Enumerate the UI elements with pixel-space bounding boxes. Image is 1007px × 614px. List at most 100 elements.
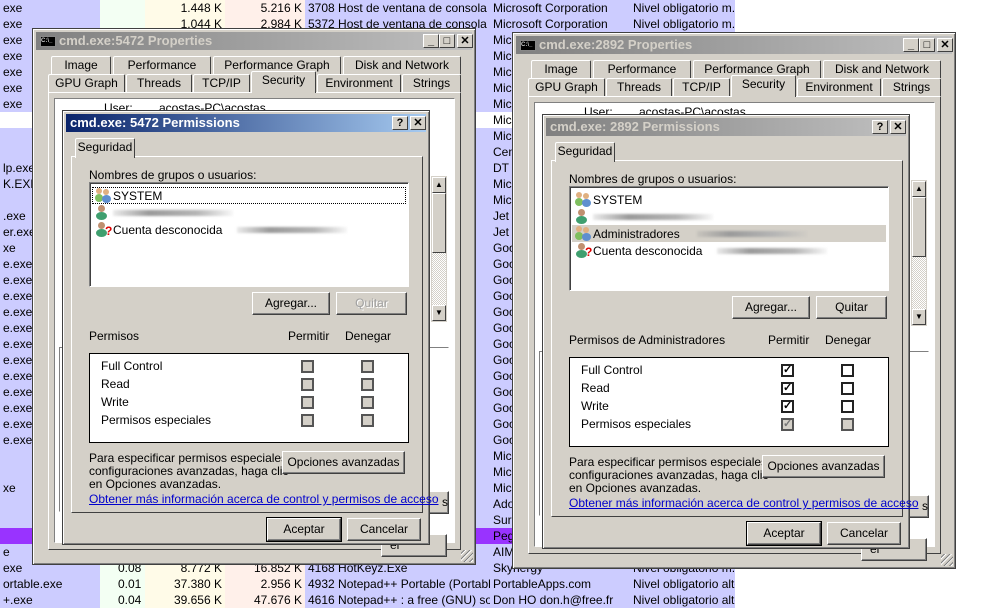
group-name: Administradores (593, 227, 680, 241)
question-mark-icon: ? (105, 224, 113, 238)
help-button[interactable]: ? (872, 120, 888, 134)
tab-environment[interactable]: Environment (797, 78, 881, 96)
tab-threads[interactable]: Threads (126, 74, 192, 92)
scrollbar[interactable]: ▲ ▼ (911, 180, 927, 326)
tab-image[interactable]: Image (51, 56, 111, 74)
process-desc: 4932 Notepad++ Portable (Portabl... (305, 576, 490, 592)
permission-allow-checkbox[interactable]: ✓ (781, 382, 794, 395)
scroll-down-button[interactable]: ▼ (432, 305, 446, 321)
info-text: en Opciones avanzadas. (569, 481, 702, 495)
permission-deny-checkbox[interactable] (841, 400, 854, 413)
process-working: 5.216 K (225, 0, 305, 16)
deny-header: Denegar (345, 329, 392, 343)
scroll-thumb[interactable] (432, 193, 446, 253)
close-button[interactable]: ✕ (890, 120, 906, 134)
cancel-button[interactable]: Cancelar (347, 518, 421, 541)
close-button[interactable]: ✕ (410, 116, 426, 130)
tab-image[interactable]: Image (531, 60, 591, 78)
title-bar: C:\_ cmd.exe:2892 Properties _ □ ✕ (516, 36, 953, 54)
tab-strings[interactable]: Strings (882, 78, 941, 96)
scroll-thumb[interactable] (912, 197, 926, 257)
title-bar: cmd.exe: 5472 Permissions? ✕ (66, 114, 426, 132)
tab-gpu-graph[interactable]: GPU Graph (48, 74, 125, 92)
advanced-options-button[interactable]: Opciones avanzadas (282, 451, 405, 474)
permission-allow-checkbox[interactable]: ✓ (781, 400, 794, 413)
body (96, 212, 107, 220)
permission-allow-checkbox[interactable]: ✓ (781, 364, 794, 377)
process-company: PortableApps.com (490, 576, 630, 592)
tab-tcp-ip[interactable]: TCP/IP (673, 78, 730, 96)
close-button[interactable]: ✕ (457, 34, 473, 48)
tab-security[interactable]: Security (251, 71, 316, 93)
tab-security[interactable]: Security (731, 75, 796, 97)
group-item[interactable] (572, 208, 886, 225)
ok-button[interactable]: Aceptar (266, 517, 342, 542)
scroll-up-button[interactable]: ▲ (432, 177, 446, 193)
tab-strings[interactable]: Strings (402, 74, 461, 92)
body (582, 233, 591, 241)
process-company: Microsoft Corporation (490, 0, 630, 16)
scrollbar[interactable]: ▲ ▼ (431, 176, 447, 322)
scroll-down-button[interactable]: ▼ (912, 309, 926, 325)
cancel-button[interactable]: Cancelar (827, 522, 901, 545)
minimize-button[interactable]: _ (423, 34, 439, 48)
process-row[interactable]: exe 1.448 K 5.216 K 3708 Host de ventana de… (0, 0, 735, 16)
process-cpu: 0.04 (100, 592, 145, 608)
ok-button[interactable]: Aceptar (746, 521, 822, 546)
maximize-button[interactable]: □ (919, 38, 935, 52)
permission-name: Permisos especiales (581, 417, 692, 431)
permissions-label: Permisos de Administradores (569, 333, 726, 347)
help-link[interactable]: Obtener más información acerca de contro… (89, 492, 439, 506)
minimize-button[interactable]: _ (903, 38, 919, 52)
help-button[interactable]: ? (392, 116, 408, 130)
tab-seguridad[interactable]: Seguridad (75, 138, 135, 158)
resize-grip[interactable] (461, 550, 473, 562)
tab-performance[interactable]: Performance (113, 56, 211, 74)
group-item[interactable]: ? Cuenta desconocida (572, 242, 886, 259)
tab-disk-and-network[interactable]: Disk and Network (823, 60, 941, 78)
group-item[interactable]: ? Cuenta desconocida (92, 221, 406, 238)
body (102, 195, 111, 203)
scroll-up-button[interactable]: ▲ (912, 181, 926, 197)
tab-disk-and-network[interactable]: Disk and Network (343, 56, 461, 74)
advanced-options-button[interactable]: Opciones avanzadas (762, 455, 885, 478)
redacted-text (236, 227, 347, 233)
process-private: 1.448 K (145, 0, 225, 16)
redacted-text (113, 210, 233, 216)
process-desc: 3708 Host de ventana de consola (305, 0, 490, 16)
remove-button[interactable]: Quitar (336, 292, 407, 315)
tab-tcp-ip[interactable]: TCP/IP (193, 74, 250, 92)
process-private: 39.656 K (145, 592, 225, 608)
groups-listbox[interactable]: SYSTEM Administradores? Cuenta desconocida (569, 186, 889, 291)
close-button[interactable]: ✕ (937, 38, 953, 52)
permission-name: Full Control (581, 363, 643, 377)
group-item[interactable] (92, 204, 406, 221)
head (578, 243, 585, 250)
add-button[interactable]: Agregar... (252, 292, 330, 315)
add-button[interactable]: Agregar... (732, 296, 810, 319)
groups-listbox[interactable]: SYSTEM ? Cuenta desconocida (89, 182, 409, 287)
resize-grip[interactable] (941, 554, 953, 566)
info-text: en Opciones avanzadas. (89, 477, 222, 491)
remove-button[interactable]: Quitar (816, 296, 887, 319)
process-row[interactable]: +.exe 0.04 39.656 K 47.676 K 4616 Notepad++ … (0, 592, 735, 608)
tab-gpu-graph[interactable]: GPU Graph (528, 78, 605, 96)
tab-seguridad[interactable]: Seguridad (555, 142, 615, 162)
tab-threads[interactable]: Threads (606, 78, 672, 96)
tab-performance[interactable]: Performance (593, 60, 691, 78)
permission-deny-checkbox[interactable] (841, 382, 854, 395)
group-item[interactable]: Administradores (572, 225, 886, 242)
group-name: SYSTEM (113, 189, 163, 203)
permission-deny-checkbox[interactable] (841, 364, 854, 377)
process-row[interactable]: ortable.exe 0.01 37.380 K 2.956 K 4932 Notep… (0, 576, 735, 592)
window-title: cmd.exe:2892 Properties (539, 37, 693, 52)
process-working: 47.676 K (225, 592, 305, 608)
permissions-box: Full Control ✓ Read ✓ Write ✓ Permisos especia… (569, 357, 889, 447)
help-link[interactable]: Obtener más información acerca de contro… (569, 496, 919, 510)
process-company: Don HO don.h@free.fr (490, 592, 630, 608)
permission-name: Write (581, 399, 609, 413)
group-item[interactable]: SYSTEM (572, 191, 886, 208)
tab-environment[interactable]: Environment (317, 74, 401, 92)
maximize-button[interactable]: □ (439, 34, 455, 48)
group-item[interactable]: SYSTEM (92, 187, 406, 204)
